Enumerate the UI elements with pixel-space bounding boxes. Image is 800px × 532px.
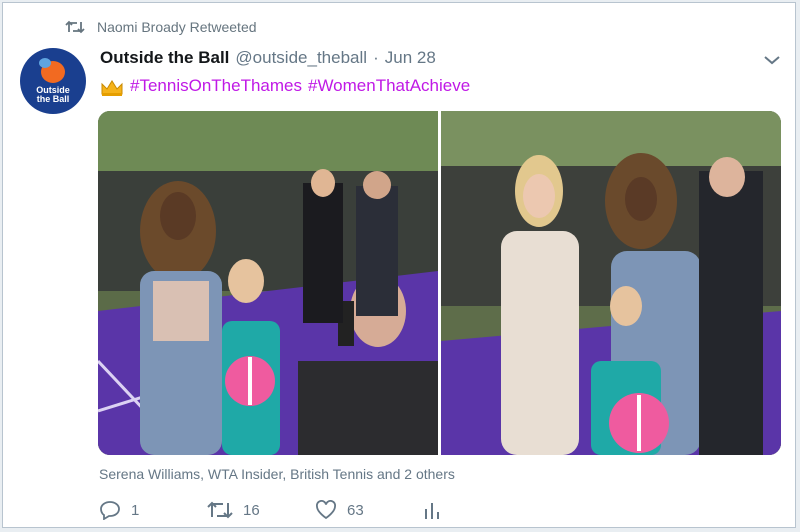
- hashtag-link[interactable]: #WomenThatAchieve: [308, 76, 470, 96]
- tweet-text: #TennisOnTheThames #WomenThatAchieve: [100, 76, 476, 96]
- tweet-menu-button[interactable]: [763, 53, 781, 71]
- retweet-icon: [65, 20, 85, 34]
- avatar-logo-text-2: the Ball: [36, 94, 70, 104]
- avatar[interactable]: Outside the Ball: [20, 48, 86, 114]
- tweet-date[interactable]: Jun 28: [385, 48, 436, 68]
- user-handle[interactable]: @outside_theball: [235, 48, 367, 68]
- media-grid: [98, 111, 781, 455]
- retweet-context[interactable]: Naomi Broady Retweeted: [65, 19, 257, 35]
- like-button[interactable]: 63: [315, 500, 423, 520]
- reply-icon: [99, 500, 121, 520]
- like-count: 63: [347, 501, 364, 519]
- tweet-header: Outside the Ball @outside_theball · Jun …: [100, 48, 436, 68]
- retweet-count: 16: [243, 501, 260, 519]
- retweet-label[interactable]: Naomi Broady Retweeted: [97, 19, 257, 35]
- like-icon: [315, 500, 337, 520]
- hashtag-link[interactable]: #TennisOnTheThames: [130, 76, 302, 96]
- tagged-users[interactable]: Serena Williams, WTA Insider, British Te…: [99, 466, 455, 482]
- tennis-ball-logo: [39, 58, 65, 83]
- display-name[interactable]: Outside the Ball: [100, 48, 229, 68]
- action-bar: 1 16 63: [99, 500, 441, 520]
- analytics-icon: [423, 500, 441, 520]
- photo-right[interactable]: [441, 111, 781, 455]
- crown-icon: [100, 79, 124, 97]
- separator-dot: ·: [373, 48, 379, 67]
- retweet-button[interactable]: 16: [207, 500, 315, 520]
- photo-left[interactable]: [98, 111, 438, 455]
- chevron-down-icon: [763, 53, 781, 70]
- analytics-button[interactable]: [423, 500, 441, 520]
- tweet-card[interactable]: Naomi Broady Retweeted Outside the Ball …: [2, 2, 796, 528]
- reply-button[interactable]: 1: [99, 500, 207, 520]
- retweet-icon: [207, 500, 233, 520]
- reply-count: 1: [131, 501, 140, 519]
